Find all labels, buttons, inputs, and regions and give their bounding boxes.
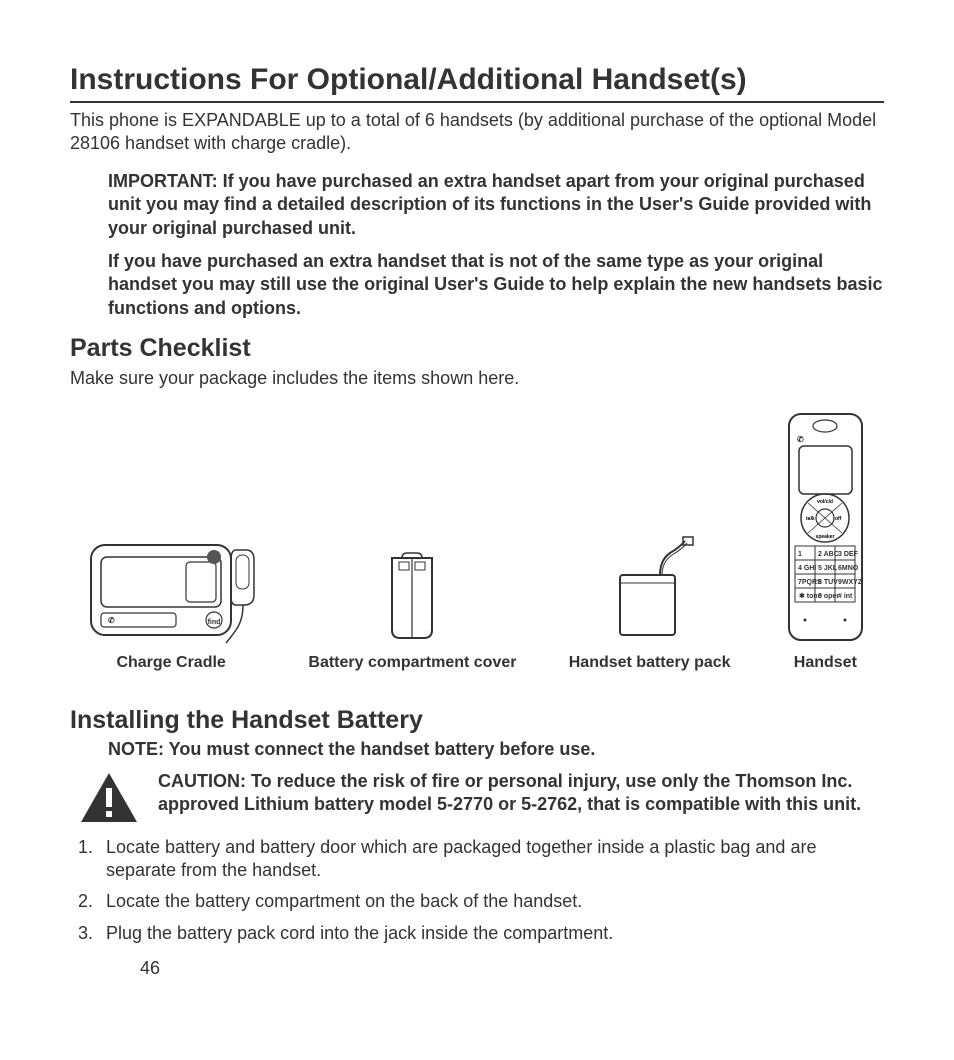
important-paragraph-1: IMPORTANT: If you have purchased an extr… <box>108 170 884 240</box>
svg-text:6MNO: 6MNO <box>838 565 859 572</box>
svg-text:off: off <box>835 516 842 522</box>
parts-row: find ✆ Charge Cradle Battery compartment… <box>70 410 884 674</box>
battery-cover-icon <box>377 550 447 645</box>
part-handset: ✆ vol/cid speaker talk off 1 2 ABC 3 DEF… <box>783 410 868 674</box>
svg-text:0 oper: 0 oper <box>818 593 839 600</box>
step-1: Locate battery and battery door which ar… <box>98 836 884 883</box>
part-battery-pack: Handset battery pack <box>569 535 731 674</box>
svg-text:✆: ✆ <box>108 616 115 625</box>
svg-text:4 GHI: 4 GHI <box>798 565 816 572</box>
svg-text:3 DEF: 3 DEF <box>838 551 859 558</box>
step-2: Locate the battery compartment on the ba… <box>98 890 884 913</box>
caution-text: CAUTION: To reduce the risk of fire or p… <box>158 770 884 817</box>
install-heading: Installing the Handset Battery <box>70 704 884 737</box>
part-charge-cradle: find ✆ Charge Cradle <box>86 535 256 674</box>
part-label-pack: Handset battery pack <box>569 653 731 674</box>
svg-text:vol/cid: vol/cid <box>817 499 833 505</box>
intro-text: This phone is EXPANDABLE up to a total o… <box>70 109 884 156</box>
svg-text:talk: talk <box>806 516 815 522</box>
svg-text:speaker: speaker <box>815 534 834 540</box>
svg-text:2 ABC: 2 ABC <box>818 551 839 558</box>
caution-row: CAUTION: To reduce the risk of fire or p… <box>70 770 884 826</box>
charge-cradle-icon: find ✆ <box>86 535 256 645</box>
part-label-cradle: Charge Cradle <box>116 653 225 674</box>
step-3: Plug the battery pack cord into the jack… <box>98 922 884 945</box>
important-block: IMPORTANT: If you have purchased an extr… <box>108 170 884 320</box>
svg-text:1: 1 <box>798 551 802 558</box>
warning-icon <box>78 770 140 826</box>
parts-checklist-heading: Parts Checklist <box>70 332 884 365</box>
svg-text:✆: ✆ <box>797 435 804 444</box>
svg-text:find: find <box>208 619 221 626</box>
svg-text:9WXYZ: 9WXYZ <box>838 579 863 586</box>
svg-text:# int: # int <box>838 593 853 600</box>
part-label-handset: Handset <box>794 653 857 674</box>
important-paragraph-2: If you have purchased an extra handset t… <box>108 250 884 320</box>
part-battery-cover: Battery compartment cover <box>308 550 516 674</box>
page-number: 46 <box>140 957 160 980</box>
page-title: Instructions For Optional/Additional Han… <box>70 60 884 103</box>
parts-checklist-sub: Make sure your package includes the item… <box>70 367 884 390</box>
install-note: NOTE: You must connect the handset batte… <box>108 738 884 761</box>
install-steps: Locate battery and battery door which ar… <box>70 836 884 946</box>
battery-pack-icon <box>600 535 700 645</box>
handset-icon: ✆ vol/cid speaker talk off 1 2 ABC 3 DEF… <box>783 410 868 645</box>
part-label-cover: Battery compartment cover <box>308 653 516 674</box>
